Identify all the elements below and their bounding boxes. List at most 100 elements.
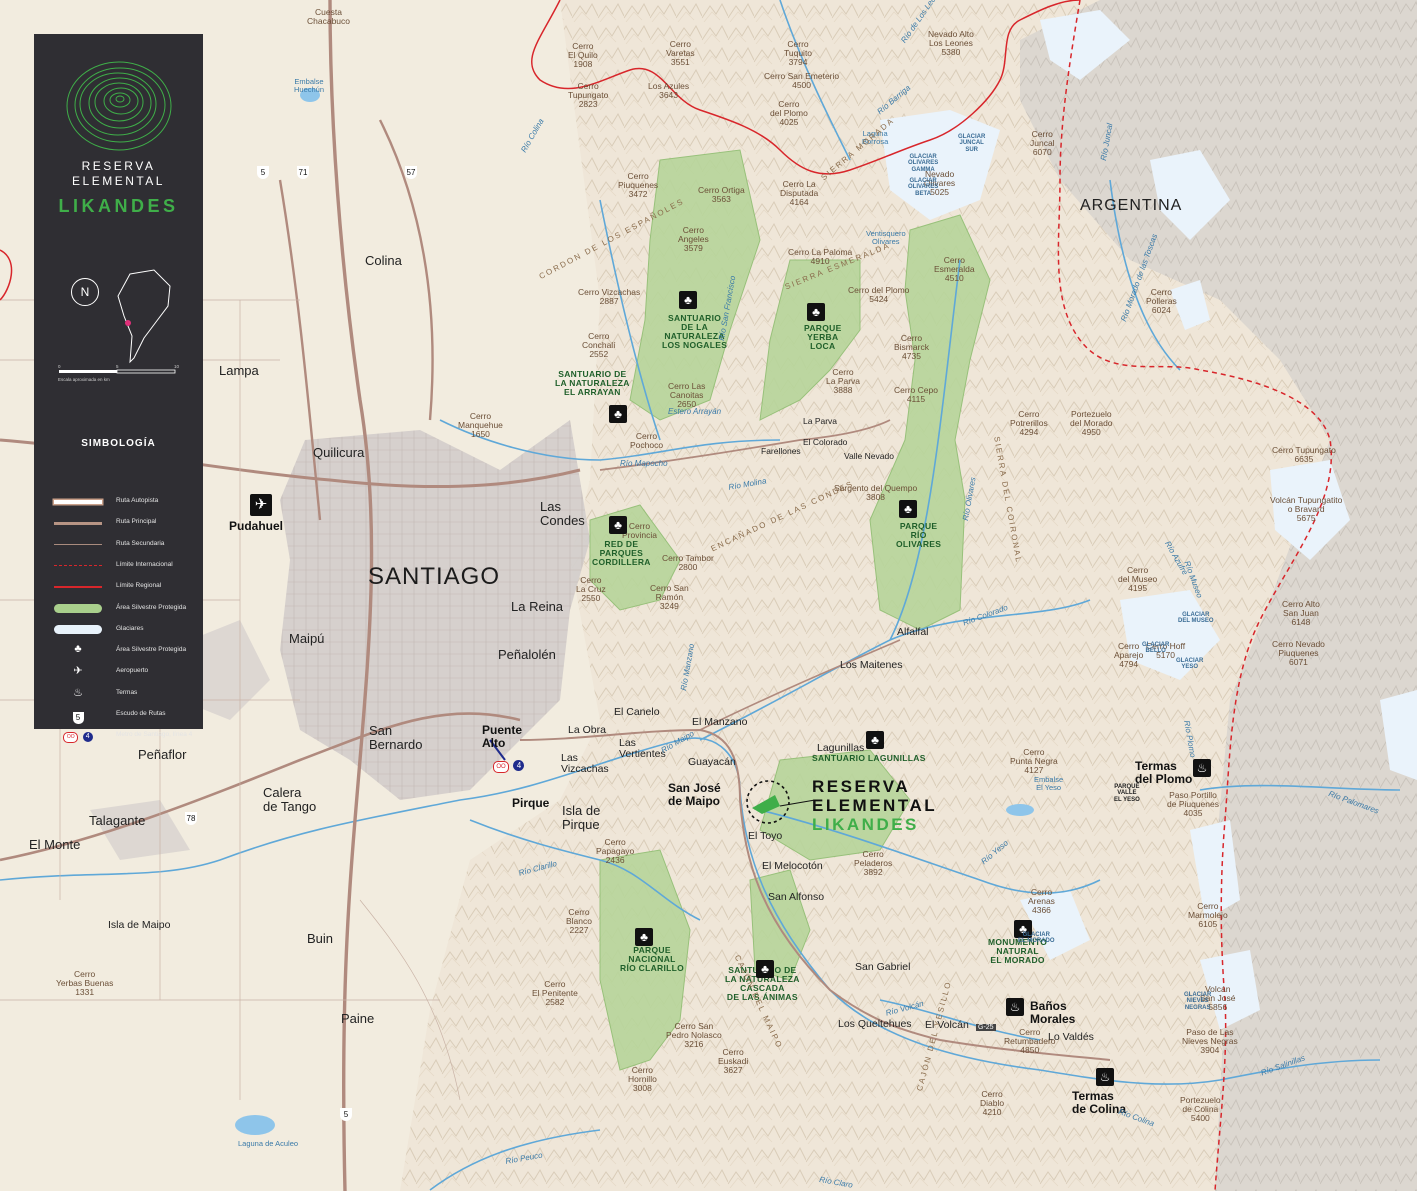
town-label[interactable]: Lampa	[219, 364, 259, 378]
peak-label: Cerro Polleras 6024	[1146, 287, 1177, 315]
town-label[interactable]: Alfalfal	[897, 626, 929, 638]
legend-row: Glaciares	[34, 622, 203, 638]
legend-row: Límite Internacional	[34, 558, 203, 574]
tree-icon[interactable]: ♣	[807, 303, 825, 321]
legend-row: 5 Escudo de Rutas	[34, 707, 203, 724]
map-canvas[interactable]: 5 71 57 78 5 G-25 SANTIAGO ARGENTINA Cue…	[0, 0, 1417, 1191]
park-label[interactable]: SANTUARIO LAGUNILLAS	[812, 754, 926, 763]
scale-tick-5: 5	[116, 364, 119, 369]
town-label[interactable]: San José de Maipo	[668, 782, 721, 807]
airplane-icon[interactable]: ✈	[250, 494, 272, 516]
legend-label: Área Silvestre Protegida	[116, 646, 187, 654]
legend-swatch	[54, 586, 102, 588]
scale-tick-10: 10	[174, 364, 180, 369]
town-label[interactable]: Portezuelo de Colina 5400	[1180, 1096, 1221, 1123]
legend-label: Metro de Santiago, línea 4	[116, 731, 193, 739]
town-label[interactable]: Las Vizcachas	[561, 752, 609, 775]
town-label[interactable]: La Obra	[568, 724, 606, 736]
town-label[interactable]: Peñalolén	[498, 648, 556, 662]
town-label[interactable]: Guayacán	[688, 756, 736, 768]
town-label[interactable]: Colina	[365, 254, 402, 268]
town-label[interactable]: Las Condes	[540, 500, 585, 527]
tree-icon[interactable]: ♣	[679, 291, 697, 309]
peak-label: Cerro Marmolejo 6105	[1188, 901, 1228, 929]
town-label[interactable]: Valle Nevado	[844, 452, 894, 461]
country-label: ARGENTINA	[1080, 197, 1183, 214]
tree-icon[interactable]: ♣	[635, 928, 653, 946]
town-label[interactable]: Maipú	[289, 632, 324, 646]
peak-label: Cerro Papagayo 2436	[596, 837, 635, 865]
water-label: PARQUE VALLE EL YESO	[1114, 784, 1140, 803]
town-label[interactable]: La Parva	[803, 417, 837, 426]
town-label[interactable]: Paine	[341, 1012, 374, 1026]
legend-label: Aeropuerto	[116, 667, 149, 675]
hot-spring-icon[interactable]: ♨	[1006, 998, 1024, 1016]
peak-label: Cerro Pochoco	[630, 431, 664, 450]
hot-spring-icon: ♨	[73, 686, 83, 699]
park-label[interactable]: PARQUE YERBA LOCA	[804, 324, 842, 351]
town-label[interactable]: La Reina	[511, 600, 563, 614]
legend-row: Ruta Autopista	[34, 494, 203, 510]
town-label[interactable]: Buin	[307, 932, 333, 946]
terrain-layer	[0, 0, 1417, 1191]
peak-label: Cerro San Pedro Nolasco 3216	[666, 1021, 722, 1049]
peak-label: Cerro Bismarck 4735	[894, 333, 929, 361]
metro-icon: ΟΟ 4	[54, 728, 102, 743]
town-label[interactable]: Isla de Maipo	[108, 919, 170, 931]
peak-label: Cerro del Museo 4195	[1118, 565, 1158, 593]
town-label[interactable]: Cuesta Chacabuco	[307, 8, 350, 26]
town-label[interactable]: Paso de Las Nieves Negras 3904	[1182, 1028, 1238, 1055]
town-label[interactable]: Los Queltehues	[838, 1018, 912, 1030]
town-label[interactable]: San Bernardo	[369, 724, 422, 751]
town-label[interactable]: Baños Morales	[1030, 1000, 1075, 1025]
town-label[interactable]: El Monte	[29, 838, 80, 852]
town-label[interactable]: El Manzano	[692, 716, 747, 728]
route-shield-icon: 5	[54, 707, 102, 724]
glacier-label: GLACIAR BELLO	[1142, 642, 1170, 655]
town-label[interactable]: Pudahuel	[229, 520, 283, 533]
town-label[interactable]: San Gabriel	[855, 961, 910, 973]
town-label[interactable]: Los Maitenes	[840, 659, 902, 671]
scale-bar-icon	[59, 369, 176, 374]
legend-row: Área Silvestre Protegida	[34, 601, 203, 617]
peak-label: Cerro del Plomo 5424	[848, 285, 910, 304]
town-label[interactable]: Quilicura	[313, 446, 364, 460]
reserve-name-line1[interactable]: RESERVA	[812, 778, 910, 796]
hot-spring-icon[interactable]: ♨	[1193, 759, 1211, 777]
reserve-name-line3[interactable]: LIKANDES	[812, 816, 919, 834]
tree-icon[interactable]: ♣	[866, 731, 884, 749]
town-label[interactable]: Pirque	[512, 797, 549, 810]
reserve-name-line2[interactable]: ELEMENTAL	[812, 797, 937, 815]
tree-icon[interactable]: ♣	[609, 405, 627, 423]
park-label[interactable]: SANTUARIO DE LA NATURALEZA EL ARRAYAN	[555, 370, 630, 397]
peak-label: Cerro Juncal 6070	[1030, 129, 1055, 157]
town-label[interactable]: Talagante	[89, 814, 145, 828]
town-label[interactable]: Calera de Tango	[263, 786, 316, 813]
park-label[interactable]: PARQUE NACIONAL RÍO CLARILLO	[620, 946, 684, 973]
tree-icon: ♣	[74, 643, 82, 656]
town-label[interactable]: Isla de Pirque	[562, 804, 600, 831]
tree-icon[interactable]: ♣	[756, 960, 774, 978]
peak-label: Cerro San Ramón 3249	[650, 583, 689, 611]
town-label[interactable]: El Colorado	[803, 438, 847, 447]
legend-title-line2: ELEMENTAL	[72, 174, 165, 188]
town-label[interactable]: El Toyo	[748, 830, 782, 842]
town-label[interactable]: Puente Alto	[482, 724, 522, 749]
legend-label: Glaciares	[116, 624, 144, 632]
town-label[interactable]: Las Vertientes	[619, 737, 666, 760]
tree-icon[interactable]: ♣	[899, 500, 917, 518]
peak-label: Cerro Euskadi 3627	[718, 1047, 749, 1075]
park-label[interactable]: PARQUE RÍO OLIVARES	[896, 522, 941, 549]
town-label[interactable]: Paso Portillo de Piuquenes 4035	[1167, 791, 1219, 818]
town-label[interactable]: San Alfonso	[768, 891, 824, 903]
town-label[interactable]: Farellones	[761, 447, 801, 456]
park-label[interactable]: RED DE PARQUES CORDILLERA	[592, 540, 651, 567]
town-label[interactable]: El Melocotón	[762, 860, 823, 872]
tree-icon[interactable]: ♣	[609, 516, 627, 534]
peak-label: Nevado Alto Los Leones 5380	[928, 29, 974, 57]
town-label[interactable]: El Canelo	[614, 706, 660, 718]
legend-swatch	[54, 500, 102, 504]
town-label[interactable]: Termas del Plomo	[1135, 760, 1192, 785]
hot-spring-icon[interactable]: ♨	[1096, 1068, 1114, 1086]
town-label[interactable]: Peñaflor	[138, 748, 186, 762]
